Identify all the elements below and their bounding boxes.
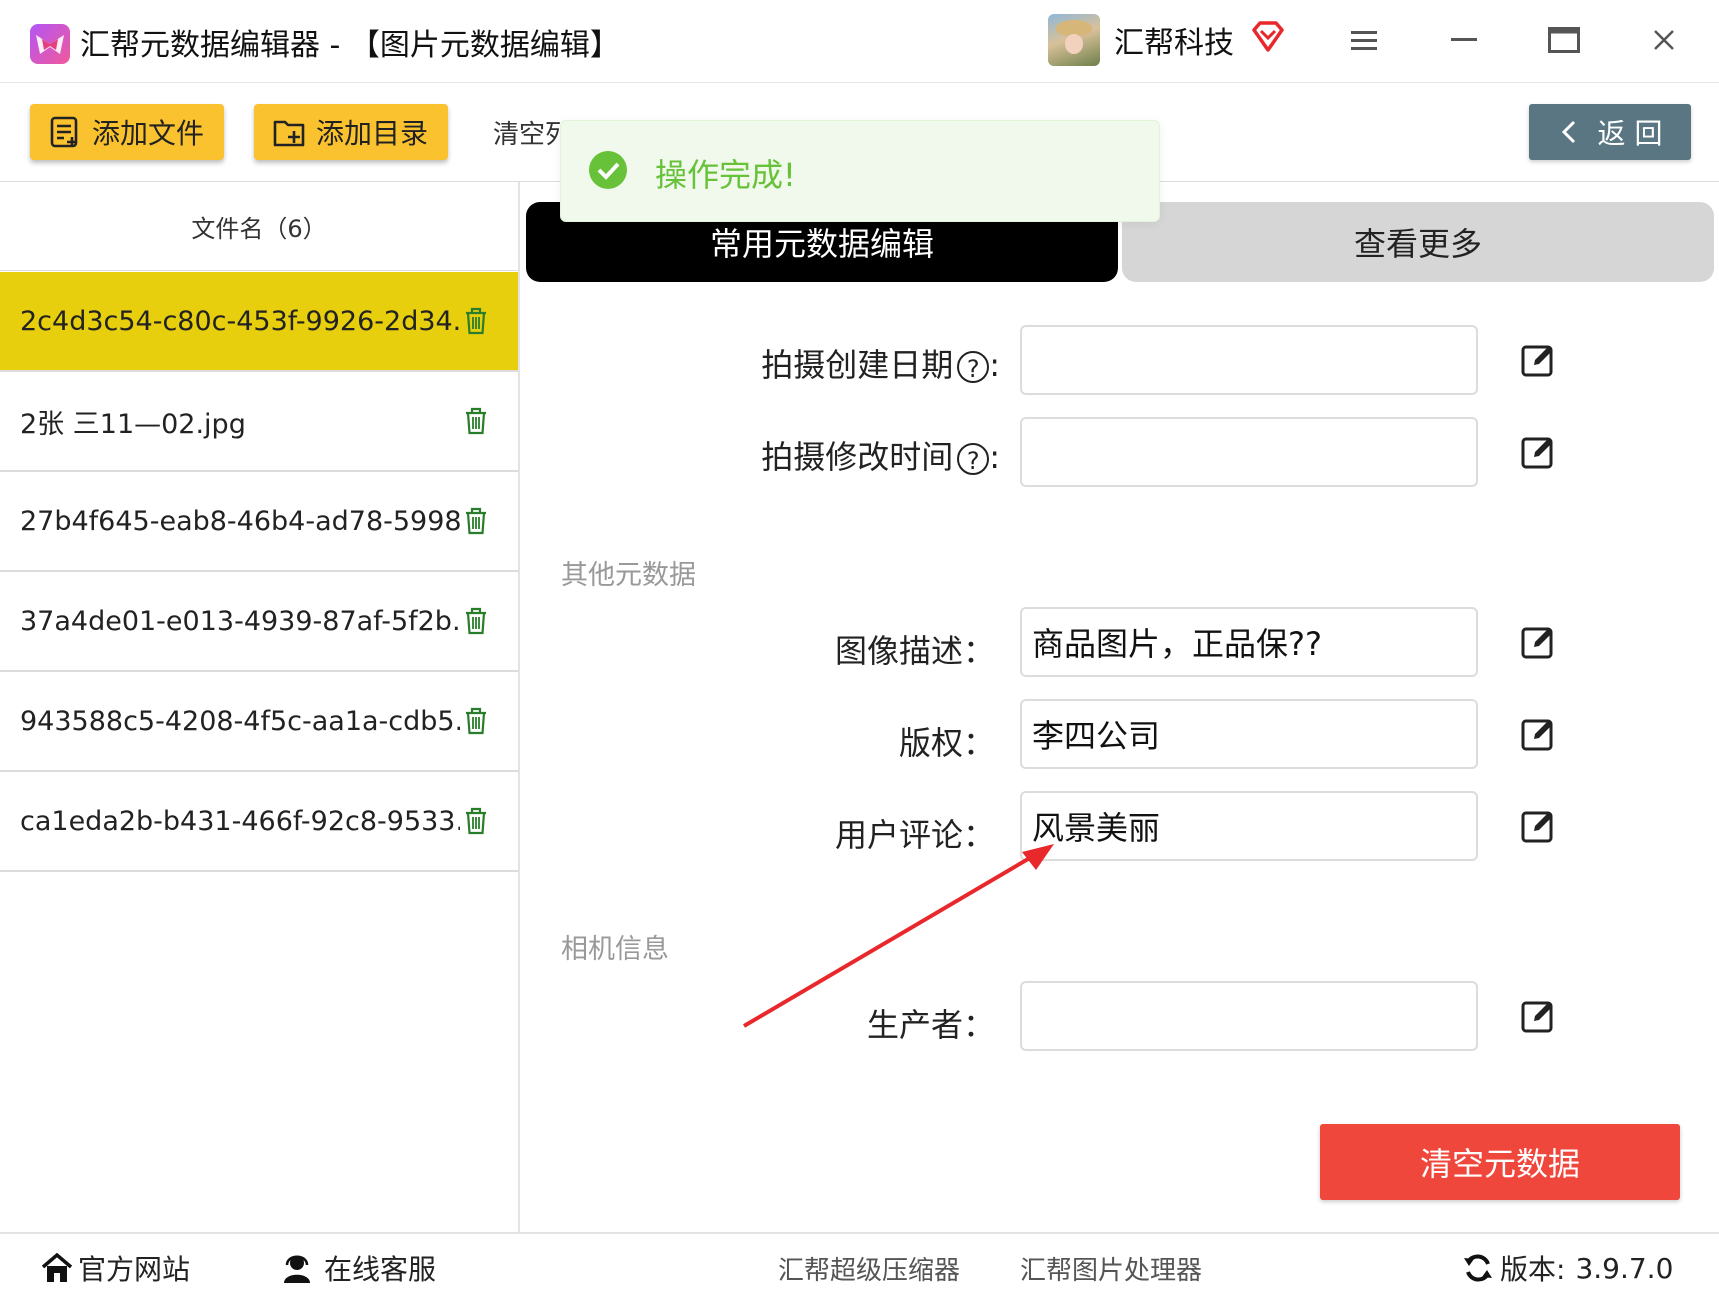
add-file-label: 添加文件 xyxy=(92,117,205,150)
online-support-link[interactable]: 在线客服 xyxy=(280,1248,436,1288)
butterfly-logo-icon xyxy=(30,24,70,64)
add-folder-button[interactable]: 添加目录 xyxy=(254,104,448,160)
tab-view-more[interactable]: 查看更多 xyxy=(1122,202,1714,282)
folder-add-icon xyxy=(273,120,305,147)
edit-icon[interactable] xyxy=(1520,716,1556,752)
close-icon[interactable] xyxy=(1642,20,1686,60)
edit-icon[interactable] xyxy=(1520,434,1556,470)
trash-icon[interactable] xyxy=(464,507,488,535)
success-toast xyxy=(560,120,1160,222)
field-label-copyright: 版权： xyxy=(898,724,995,762)
edit-icon[interactable] xyxy=(1520,808,1556,844)
maximize-icon[interactable] xyxy=(1542,20,1586,60)
file-list-icon xyxy=(50,116,78,148)
version-info[interactable]: 版本: 3.9.7.0 xyxy=(1462,1248,1673,1288)
capture-created-input[interactable] xyxy=(1020,325,1478,395)
trash-icon[interactable] xyxy=(464,607,488,635)
trash-icon[interactable] xyxy=(464,307,488,335)
section-title-camera-info: 相机信息 xyxy=(561,934,669,965)
clear-metadata-button[interactable]: 清空元数据 xyxy=(1320,1124,1680,1200)
check-circle-icon xyxy=(588,150,628,190)
copyright-input[interactable]: 李四公司 xyxy=(1020,699,1478,769)
file-name: 2张 三11—02.jpg xyxy=(20,408,246,440)
user-name[interactable]: 汇帮科技 xyxy=(1114,18,1234,62)
field-label-image-description: 图像描述： xyxy=(834,632,995,670)
version-label: 版本: xyxy=(1500,1253,1566,1286)
file-list-item[interactable]: ca1eda2b-b431-466f-92c8-9533.. xyxy=(0,772,518,872)
file-list-item[interactable]: 943588c5-4208-4f5c-aa1a-cdb5.. xyxy=(0,672,518,772)
help-icon[interactable]: ? xyxy=(957,351,990,383)
version-value: 3.9.7.0 xyxy=(1575,1251,1674,1285)
file-list-item[interactable]: 37a4de01-e013-4939-87af-5f2b.. xyxy=(0,572,518,672)
chevron-left-icon xyxy=(1561,120,1575,144)
file-name: ca1eda2b-b431-466f-92c8-9533.. xyxy=(20,805,460,837)
capture-modified-input[interactable] xyxy=(1020,417,1478,487)
file-name: 943588c5-4208-4f5c-aa1a-cdb5.. xyxy=(20,705,460,737)
headset-user-icon xyxy=(284,1255,310,1283)
add-folder-label: 添加目录 xyxy=(316,117,429,150)
field-label-capture-modified: 拍摄修改时间?: xyxy=(761,438,1000,476)
trash-icon[interactable] xyxy=(464,807,488,835)
image-description-input[interactable]: 商品图片，正品保?? xyxy=(1020,607,1478,677)
trash-icon[interactable] xyxy=(464,707,488,735)
section-title-other-metadata: 其他元数据 xyxy=(561,560,696,591)
home-icon xyxy=(41,1252,73,1282)
user-comment-input[interactable]: 风景美丽 xyxy=(1020,791,1478,861)
vip-diamond-icon[interactable] xyxy=(1250,20,1286,54)
back-label: 返 回 xyxy=(1597,117,1663,150)
trash-icon[interactable] xyxy=(464,407,488,435)
file-list-item[interactable]: 2张 三11—02.jpg xyxy=(0,372,518,472)
image-processor-link[interactable]: 汇帮图片处理器 xyxy=(1020,1250,1202,1287)
back-button[interactable]: 返 回 xyxy=(1529,104,1691,160)
edit-icon[interactable] xyxy=(1520,624,1556,660)
edit-icon[interactable] xyxy=(1520,342,1556,378)
manufacturer-input[interactable] xyxy=(1020,981,1478,1051)
field-label-capture-created: 拍摄创建日期?: xyxy=(761,346,1000,384)
user-avatar[interactable] xyxy=(1048,14,1100,66)
menu-icon[interactable] xyxy=(1342,20,1386,60)
file-list-item[interactable]: 27b4f645-eab8-46b4-ad78-5998.. xyxy=(0,472,518,572)
toast-message: 操作完成! xyxy=(655,156,796,194)
official-website-link[interactable]: 官方网站 xyxy=(40,1248,190,1288)
minimize-icon[interactable] xyxy=(1442,20,1486,60)
window-title: 汇帮元数据编辑器 - 【图片元数据编辑】 xyxy=(80,28,620,63)
file-name: 37a4de01-e013-4939-87af-5f2b.. xyxy=(20,605,460,637)
refresh-icon xyxy=(1464,1254,1492,1282)
online-support-label: 在线客服 xyxy=(324,1253,437,1286)
file-list-header: 文件名（6） xyxy=(0,182,518,271)
annotation-arrow xyxy=(742,844,1054,1028)
add-file-button[interactable]: 添加文件 xyxy=(30,104,224,160)
help-icon[interactable]: ? xyxy=(957,443,990,475)
official-website-label: 官方网站 xyxy=(78,1253,191,1286)
file-list-item[interactable]: 2c4d3c54-c80c-453f-9926-2d34.. xyxy=(0,272,518,372)
file-name: 2c4d3c54-c80c-453f-9926-2d34.. xyxy=(20,305,460,337)
compressor-link[interactable]: 汇帮超级压缩器 xyxy=(778,1250,960,1287)
edit-icon[interactable] xyxy=(1520,998,1556,1034)
file-name: 27b4f645-eab8-46b4-ad78-5998.. xyxy=(20,505,460,537)
